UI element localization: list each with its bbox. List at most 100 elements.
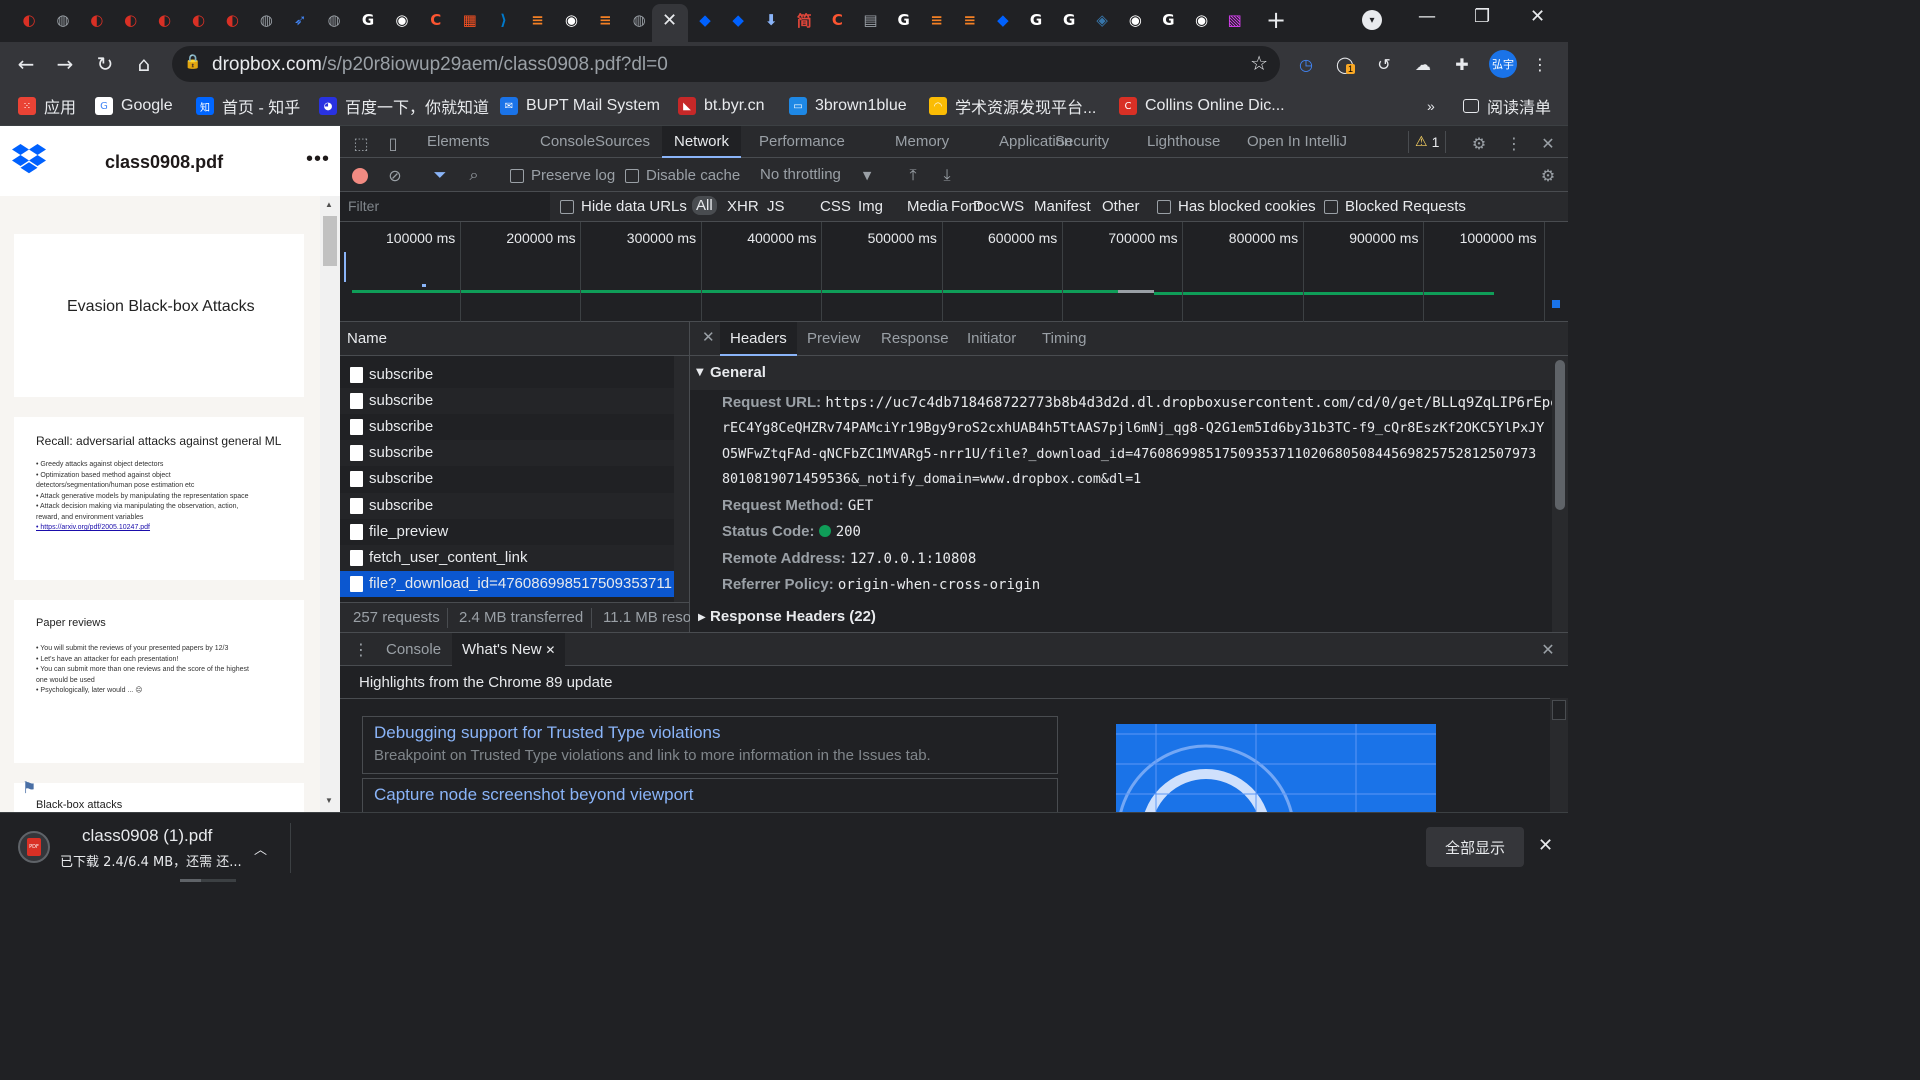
cloud-extension-icon[interactable]: ☁ [1411, 52, 1435, 76]
browser-tab[interactable]: C [424, 8, 448, 32]
tab-open-in-intellij[interactable]: Open In IntelliJ [1235, 126, 1359, 158]
request-row[interactable]: subscribe [340, 440, 674, 467]
browser-tab[interactable]: ◈ [1090, 8, 1114, 32]
close-download-shelf-icon[interactable]: ✕ [1538, 835, 1553, 856]
browser-tab[interactable]: G [1156, 8, 1180, 32]
request-row[interactable]: subscribe [340, 492, 674, 519]
tab-network[interactable]: Network [662, 126, 742, 158]
profile-avatar[interactable]: 弘宇 [1489, 50, 1517, 78]
request-row[interactable]: subscribe [340, 362, 674, 388]
menu-kebab-icon[interactable]: ⋮ [1528, 52, 1552, 76]
requests-column-header[interactable]: Name [340, 322, 690, 356]
browser-tab[interactable]: ◐ [153, 8, 177, 32]
browser-tab[interactable]: ▤ [859, 8, 883, 32]
browser-tab[interactable]: ◆ [693, 8, 717, 32]
browser-tab[interactable]: ➶ [288, 8, 312, 32]
filter-input[interactable]: Filter [340, 192, 550, 221]
request-row[interactable]: subscribe [340, 414, 674, 440]
preview-scrollbar[interactable]: ▲ ▼ [320, 196, 340, 812]
reload-icon[interactable]: ↻ [91, 50, 119, 78]
bookmark-item[interactable]: ▭ 3brown1blue [789, 94, 907, 118]
browser-tab[interactable]: G [1057, 8, 1081, 32]
slide-thumbnail[interactable]: Paper reviews • You will submit the revi… [14, 600, 304, 763]
scroll-thumb[interactable] [1555, 360, 1565, 510]
disable-cache-checkbox[interactable]: Disable cache [625, 167, 740, 184]
bookmark-item[interactable]: ⁙ 应用 [18, 94, 76, 118]
browser-tab[interactable]: ⬇ [759, 8, 783, 32]
address-bar[interactable]: 🔒 dropbox.com/s/p20r8iowup29aem/class090… [172, 46, 1280, 82]
request-row[interactable]: subscribe [340, 388, 674, 415]
drawer-tab-console[interactable]: Console [376, 633, 451, 666]
slide-thumbnail[interactable]: Evasion Black-box Attacks [14, 234, 304, 397]
preserve-log-checkbox[interactable]: Preserve log [510, 167, 615, 184]
reading-list-button[interactable]: 阅读清单 [1463, 94, 1551, 118]
requests-scrollbar[interactable] [674, 356, 689, 602]
browser-tab[interactable]: G [356, 8, 380, 32]
show-all-downloads-button[interactable]: 全部显示 [1426, 827, 1524, 867]
tab-headers[interactable]: Headers [720, 322, 797, 356]
browser-tab[interactable]: ◐ [187, 8, 211, 32]
browser-tab[interactable]: ≡ [526, 8, 550, 32]
tab-response[interactable]: Response [871, 322, 959, 356]
tab-timing[interactable]: Timing [1032, 322, 1096, 356]
home-icon[interactable]: ⌂ [130, 50, 158, 78]
filter-type-media[interactable]: Media [907, 198, 948, 215]
drawer-scrollbar[interactable] [1550, 698, 1568, 812]
scroll-down-arrow-icon[interactable]: ▼ [325, 796, 333, 805]
browser-tab[interactable]: ◍ [254, 8, 278, 32]
bookmark-item[interactable]: ◠ 学术资源发现平台... [929, 94, 1096, 118]
tab-memory[interactable]: Memory [883, 126, 961, 158]
general-section-header[interactable]: ▼ General [690, 356, 1552, 390]
browser-tab-active[interactable]: ✕ [652, 4, 688, 42]
close-tab-icon[interactable]: ✕ [662, 10, 677, 31]
browser-tab[interactable]: G [892, 8, 916, 32]
feature-card[interactable]: Debugging support for Trusted Type viola… [362, 716, 1058, 774]
devtools-menu-icon[interactable]: ⋮ [1503, 132, 1525, 154]
inspect-element-icon[interactable]: ⬚ [350, 132, 372, 154]
bookmark-item[interactable]: ◕ 百度一下，你就知道 [319, 94, 489, 118]
chevron-up-icon[interactable]: ︿ [254, 839, 267, 858]
browser-tab[interactable]: ◉ [390, 8, 414, 32]
browser-tab[interactable]: ◐ [17, 8, 41, 32]
bookmark-item[interactable]: 知首页 - 知乎 [196, 94, 300, 118]
close-drawer-icon[interactable]: ✕ [1537, 638, 1559, 660]
has-blocked-cookies-checkbox[interactable]: Has blocked cookies [1157, 198, 1316, 215]
bookmark-item[interactable]: ◣ bt.byr.cn [678, 94, 764, 118]
feature-title-link[interactable]: Capture node screenshot beyond viewport [374, 785, 693, 805]
blocked-requests-checkbox[interactable]: Blocked Requests [1324, 198, 1466, 215]
record-button[interactable] [352, 168, 368, 184]
tab-elements[interactable]: Elements [415, 126, 502, 158]
feature-title-link[interactable]: Debugging support for Trusted Type viola… [374, 723, 721, 743]
flag-icon[interactable]: ⚑ [22, 778, 36, 798]
puzzle-extensions-icon[interactable]: ✚ [1450, 52, 1474, 76]
close-devtools-icon[interactable]: ✕ [1537, 132, 1559, 154]
response-headers-section-header[interactable]: ▶ Response Headers (22) [690, 608, 1552, 632]
tab-initiator[interactable]: Initiator [957, 322, 1026, 356]
request-row[interactable]: fetch_user_content_link [340, 544, 674, 571]
request-row[interactable]: file_preview [340, 519, 674, 545]
browser-tab[interactable]: ◐ [85, 8, 109, 32]
scroll-thumb[interactable] [1552, 700, 1566, 720]
feature-card[interactable]: Capture node screenshot beyond viewport [362, 778, 1058, 812]
search-extension-icon[interactable]: ◯ 1 [1333, 52, 1357, 76]
request-row[interactable]: file?_download_id=4760869985175093537110… [340, 570, 674, 597]
bookmark-star-icon[interactable]: ☆ [1250, 51, 1268, 75]
minimize-window-icon[interactable]: — [1418, 6, 1436, 27]
browser-tab[interactable]: ◆ [991, 8, 1015, 32]
import-har-icon[interactable]: ⤒ [902, 164, 924, 186]
filter-type-doc[interactable]: Doc [973, 198, 1000, 215]
tab-lighthouse[interactable]: Lighthouse [1135, 126, 1232, 158]
network-settings-gear-icon[interactable]: ⚙ [1537, 164, 1559, 186]
drawer-tab-what-s-new[interactable]: What's New ✕ [452, 633, 566, 666]
bookmark-item[interactable]: C Collins Online Dic... [1119, 94, 1285, 118]
browser-tab[interactable]: ≡ [958, 8, 982, 32]
browser-tab[interactable]: ⟩ [492, 8, 516, 32]
new-tab-plus-icon[interactable]: + [1266, 6, 1286, 34]
drawer-menu-icon[interactable]: ⋮ [350, 638, 372, 660]
hide-data-urls-checkbox[interactable]: Hide data URLs [560, 198, 687, 215]
slide-thumbnail[interactable]: Recall: adversarial attacks against gene… [14, 417, 304, 580]
filter-type-xhr[interactable]: XHR [727, 198, 759, 215]
slide-thumbnail[interactable]: Black-box attacks [14, 783, 304, 812]
throttling-select[interactable]: No throttling ▼ [760, 166, 871, 183]
bookmark-item[interactable]: G Google [95, 94, 173, 118]
